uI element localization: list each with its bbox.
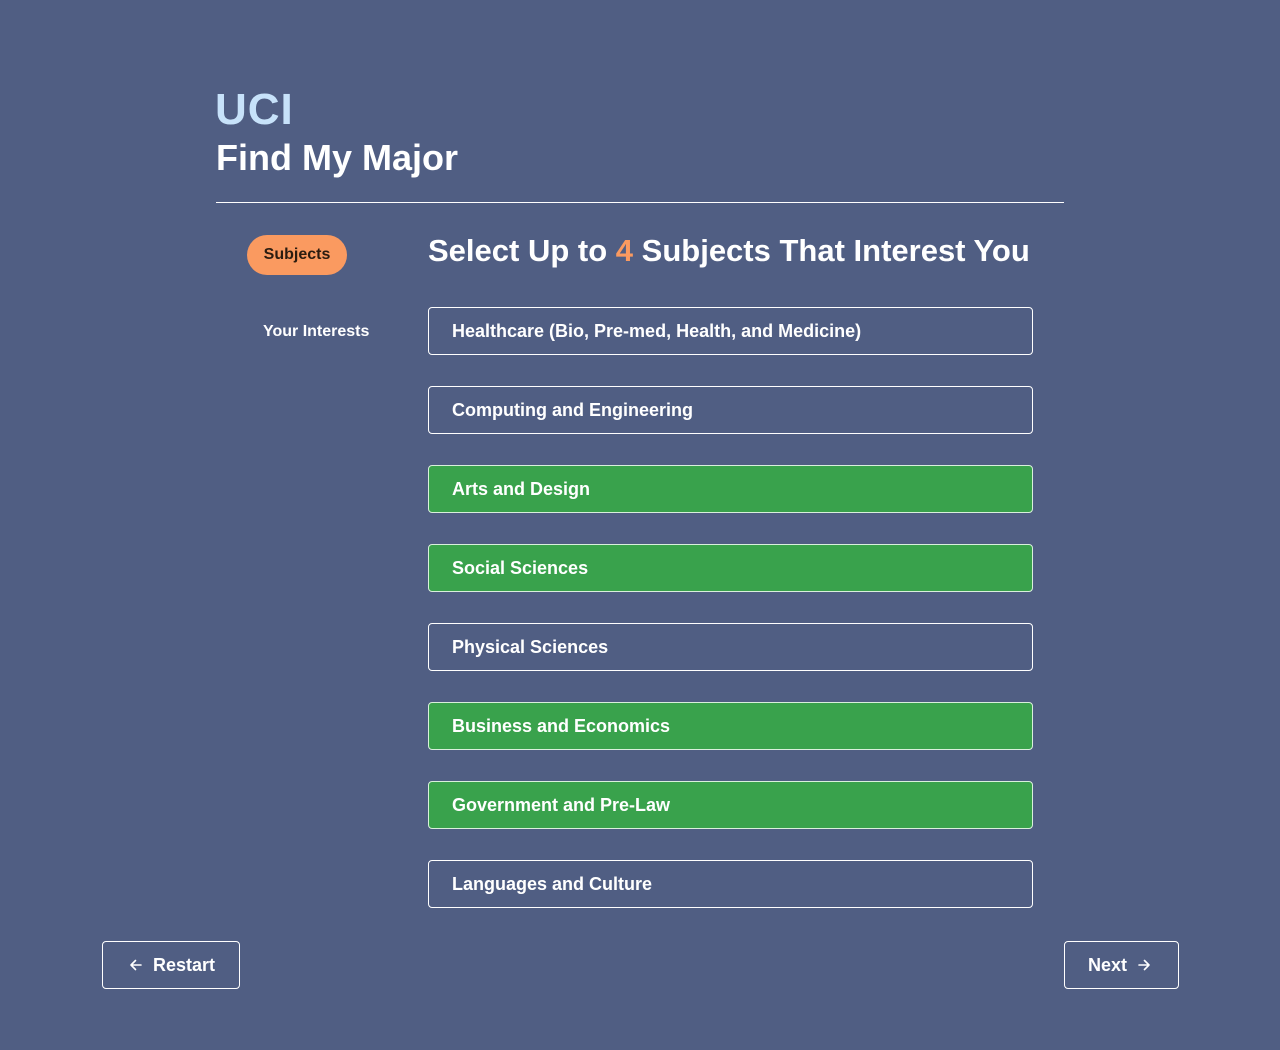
restart-button[interactable]: Restart [102, 941, 240, 989]
header-divider [216, 202, 1064, 203]
subject-option-computing[interactable]: Computing and Engineering [428, 386, 1033, 434]
subject-option-label: Government and Pre-Law [452, 794, 671, 815]
restart-label: Restart [153, 954, 216, 975]
subject-option-label: Computing and Engineering [452, 399, 693, 420]
step-subjects-pill: Subjects [247, 235, 347, 275]
heading-suffix: Subjects That Interest You [641, 233, 1030, 268]
uci-logo: UCI [215, 85, 294, 134]
subject-options-list: Healthcare (Bio, Pre-med, Health, and Me… [428, 307, 1033, 939]
subject-option-government[interactable]: Government and Pre-Law [428, 781, 1033, 829]
subject-option-label: Languages and Culture [452, 873, 653, 894]
next-label: Next [1088, 954, 1128, 975]
subject-option-label: Social Sciences [452, 557, 589, 578]
subject-option-label: Arts and Design [452, 478, 591, 499]
subject-option-arts[interactable]: Arts and Design [428, 465, 1033, 513]
subject-option-label: Business and Economics [452, 715, 671, 736]
arrow-left-icon [129, 958, 143, 972]
next-button[interactable]: Next [1064, 941, 1179, 989]
subject-option-languages[interactable]: Languages and Culture [428, 860, 1033, 908]
max-selection-count: 4 [615, 233, 634, 268]
question-heading: Select Up to 4 Subjects That Interest Yo… [428, 231, 1030, 271]
step-your-interests: Your Interests [263, 323, 370, 340]
subject-option-label: Physical Sciences [452, 636, 609, 657]
subject-option-business[interactable]: Business and Economics [428, 702, 1033, 750]
subject-option-healthcare[interactable]: Healthcare (Bio, Pre-med, Health, and Me… [428, 307, 1033, 355]
heading-prefix: Select Up to [428, 233, 608, 268]
subject-option-label: Healthcare (Bio, Pre-med, Health, and Me… [452, 320, 862, 341]
page-title: Find My Major [216, 137, 458, 178]
subject-option-social-sciences[interactable]: Social Sciences [428, 544, 1033, 592]
arrow-right-icon [1137, 958, 1151, 972]
subject-option-physical-sciences[interactable]: Physical Sciences [428, 623, 1033, 671]
